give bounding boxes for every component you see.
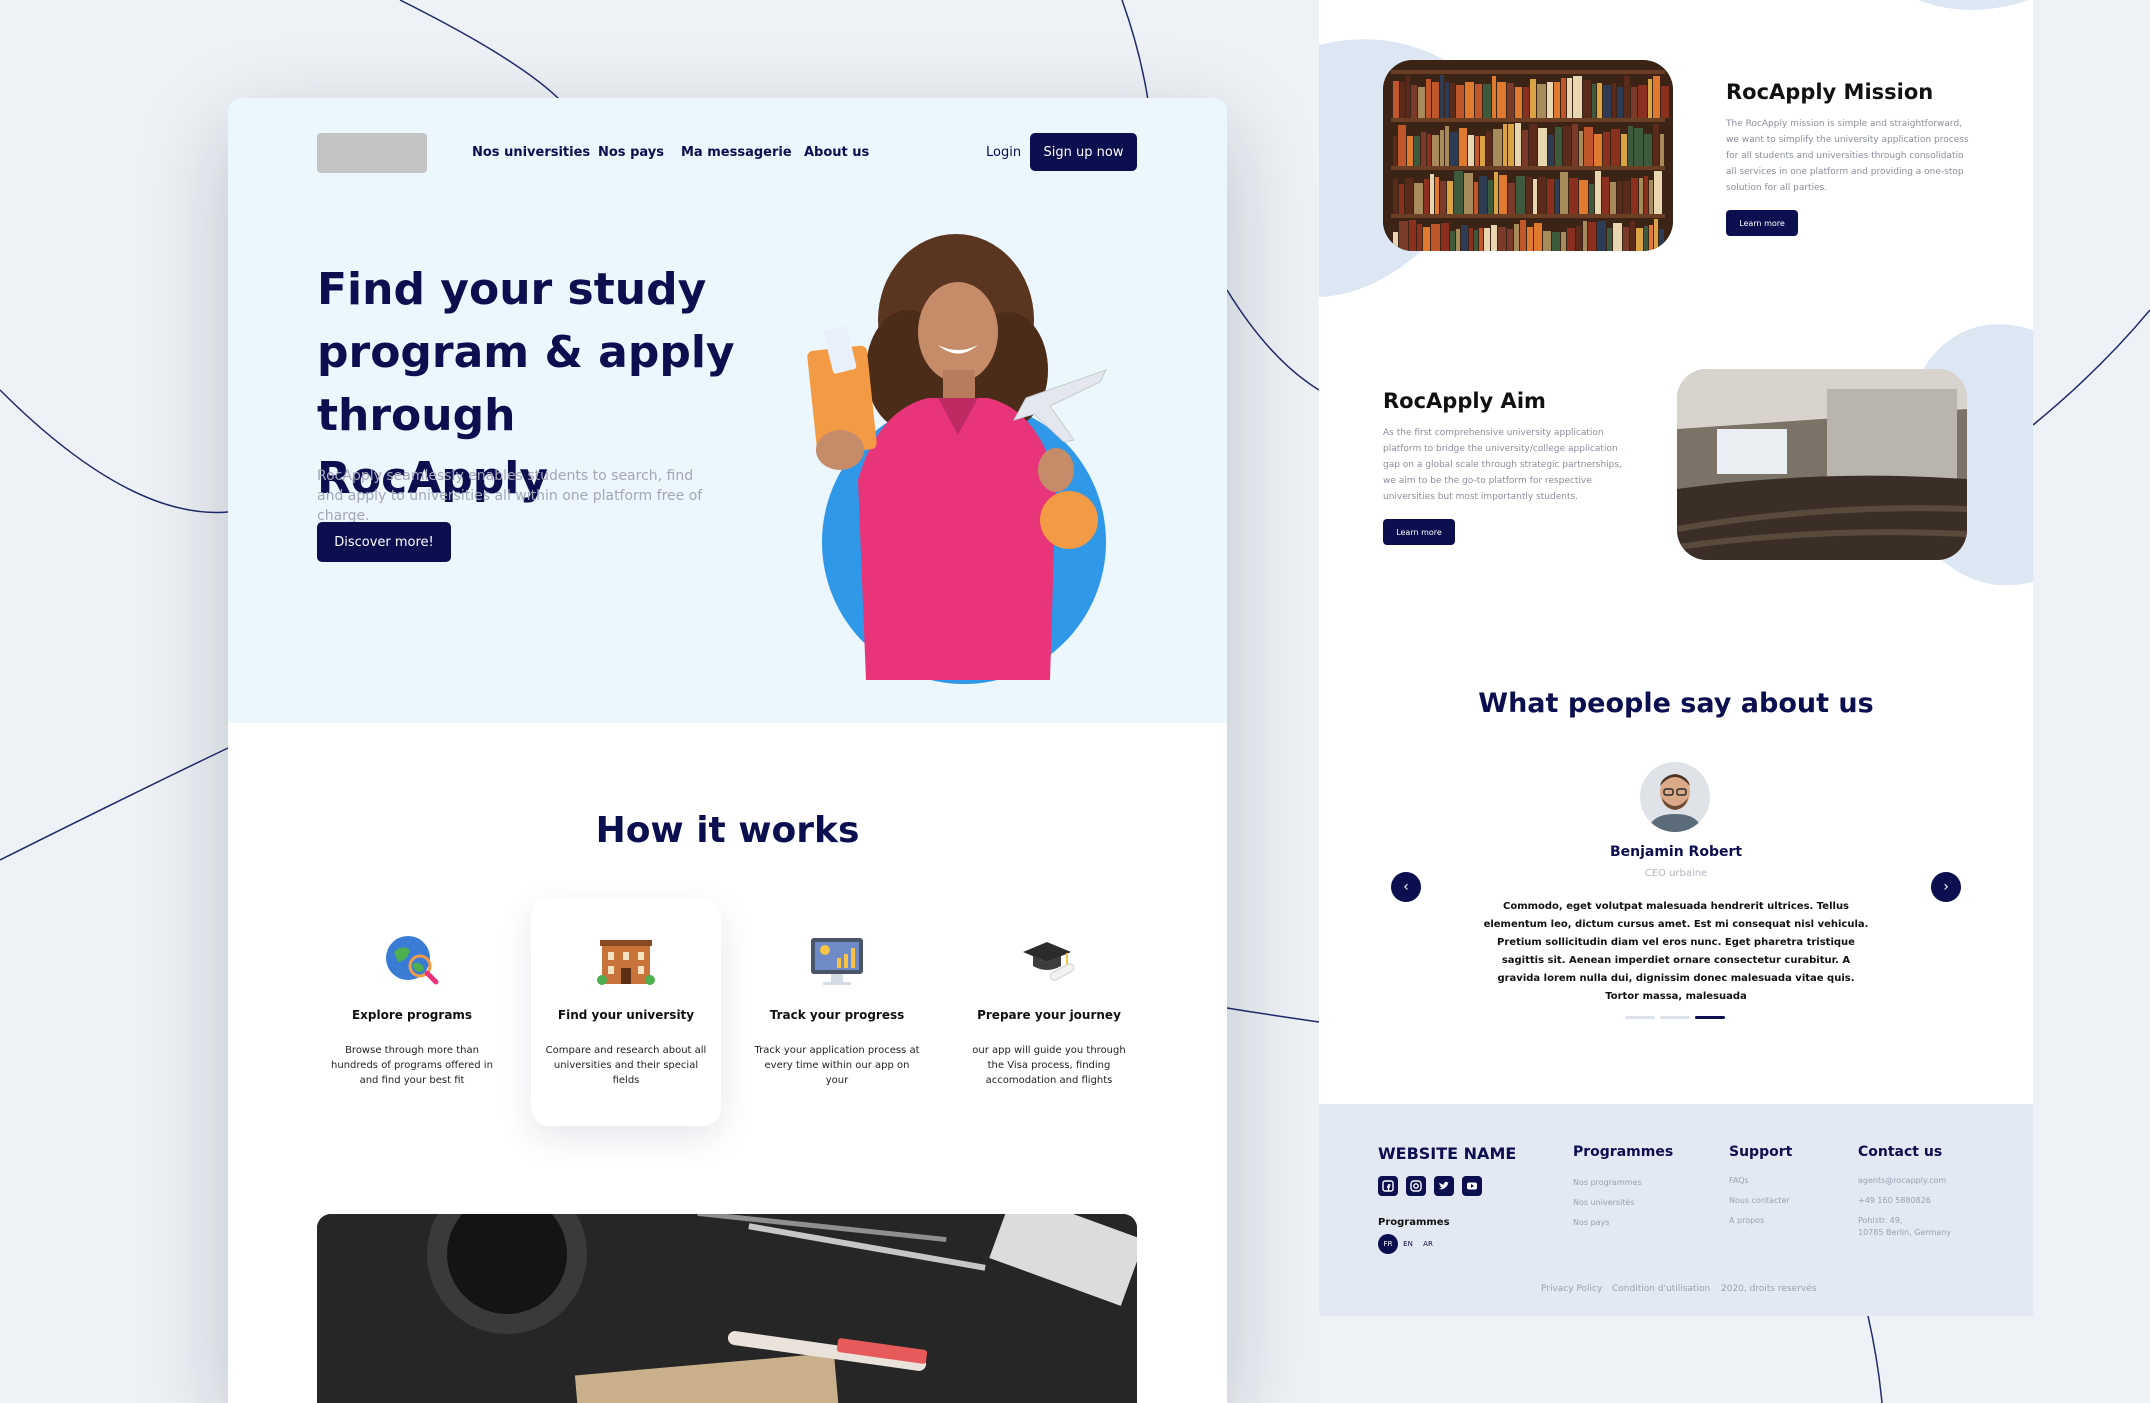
step-explore-programs: Explore programs Browse through more tha… [317,898,507,1126]
carousel-dot-active[interactable] [1695,1016,1725,1019]
mission-description: The RocApply mission is simple and strai… [1726,119,1969,193]
step-title: Explore programs [351,1008,473,1022]
footer-programmes-title: Programmes [1573,1144,1674,1160]
footer-brand: WEBSITE NAME [1378,1144,1517,1163]
hero-section: Nos universities Nos pays Ma messagerie … [228,98,1227,723]
aim-description: As the first comprehensive university ap… [1383,428,1622,502]
carousel-dot[interactable] [1625,1016,1655,1019]
footer-link[interactable]: Nous contacter [1729,1196,1790,1205]
footer-link[interactable]: Nos universités [1573,1198,1635,1207]
testimonials-title: What people say about us [1478,688,1874,719]
facebook-icon[interactable] [1378,1176,1398,1196]
hero-subtitle: RocApply seamlessly enables students to … [317,468,703,524]
footer: WEBSITE NAME Programmes FR EN AR Program… [1319,1104,2033,1316]
footer-contact-title: Contact us [1858,1144,1943,1160]
step-description: Compare and research about all universit… [545,1045,707,1086]
privacy-policy-link[interactable]: Privacy Policy [1541,1284,1602,1294]
carousel-dot[interactable] [1660,1016,1690,1019]
footer-address-line: 10785 Berlin, Germany [1858,1228,1952,1237]
step-description: Track your application process at every … [754,1045,920,1086]
testimonial-name: Benjamin Robert [1609,844,1743,860]
step-description: Browse through more than hundreds of pro… [331,1045,493,1086]
landing-page-right: RocApply Mission The RocApply mission is… [1319,0,2033,1316]
library-photo [1383,60,1673,251]
aim-learn-more-button[interactable]: Learn more [1383,519,1455,545]
step-find-university: Find your university Compare and researc… [531,898,721,1126]
youtube-icon[interactable] [1462,1176,1482,1196]
lang-en-button[interactable]: EN [1398,1234,1418,1254]
previous-arrow-button[interactable]: ‹ [1391,872,1421,902]
footer-link[interactable]: Nos programmes [1573,1178,1642,1187]
mission-learn-more-button[interactable]: Learn more [1726,210,1798,236]
nav-nos-pays[interactable]: Nos pays [598,145,664,160]
footer-link[interactable]: Nos pays [1573,1218,1609,1227]
login-link[interactable]: Login [986,145,1021,160]
testimonial-quote: Commodo, eget volutpat malesuada hendrer… [1483,901,1869,1002]
footer-phone[interactable]: +49 160 5880826 [1858,1196,1931,1205]
chevron-right-icon: › [1943,879,1949,895]
university-building-icon [597,940,655,985]
testimonial-role: CEO urbaine [1644,868,1708,879]
aim-title: RocApply Aim [1383,389,1546,413]
decor-blob [1919,0,2029,10]
footer-email[interactable]: agents@rocapply.com [1858,1176,1946,1185]
instagram-icon[interactable] [1406,1176,1426,1196]
footer-support-title: Support [1729,1144,1793,1160]
progress-chart-icon [811,938,863,985]
step-title: Track your progress [769,1008,905,1022]
discover-button[interactable]: Discover more! [317,522,451,562]
copyright-text: 2020, droits reservés [1721,1284,1817,1294]
graduation-cap-icon [1023,942,1075,981]
footer-link[interactable]: FAQs [1729,1176,1749,1185]
lang-ar-button[interactable]: AR [1418,1234,1438,1254]
nav-nos-universities[interactable]: Nos universities [472,145,590,160]
how-it-works-title: How it works [595,810,860,851]
chevron-left-icon: ‹ [1403,879,1409,895]
globe-search-icon [386,936,439,985]
step-track-progress: Track your progress Track your applicati… [742,898,932,1126]
step-title: Find your university [557,1008,695,1022]
step-description: our app will guide you through the Visa … [972,1045,1126,1086]
footer-link[interactable]: A propos [1729,1216,1764,1225]
nav-ma-messagerie[interactable]: Ma messagerie [681,145,792,160]
step-prepare-journey: Prepare your journey our app will guide … [954,898,1144,1126]
signup-button[interactable]: Sign up now [1030,133,1137,171]
landing-page-left: Nos universities Nos pays Ma messagerie … [228,98,1227,1403]
next-arrow-button[interactable]: › [1931,872,1961,902]
terms-link[interactable]: Condition d'utilisation [1612,1284,1710,1294]
language-heading: Programmes [1378,1217,1450,1228]
nav-about-us[interactable]: About us [804,145,869,160]
mission-title: RocApply Mission [1726,80,1934,104]
logo-placeholder[interactable] [317,133,427,173]
avatar [1640,762,1710,832]
footer-address-line: Pohlstr. 49, [1858,1216,1903,1225]
lang-fr-button[interactable]: FR [1378,1234,1398,1254]
twitter-icon[interactable] [1434,1176,1454,1196]
desk-photo [317,1214,1137,1403]
lecture-hall-photo [1677,369,1967,560]
step-title: Prepare your journey [977,1008,1121,1022]
student-illustration [807,234,1107,684]
